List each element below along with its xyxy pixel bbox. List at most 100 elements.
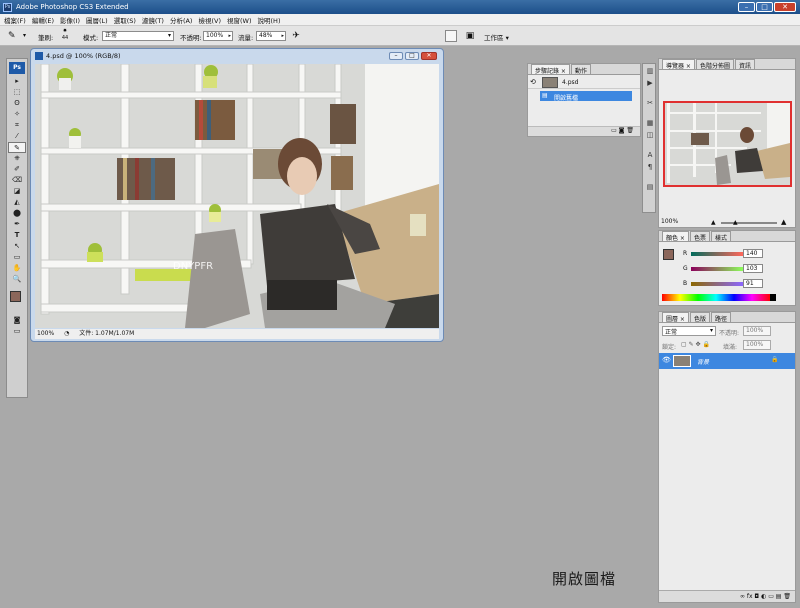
screen-mode-icon[interactable]: ▭ [8, 326, 26, 337]
type-tool-icon[interactable]: T [8, 230, 26, 241]
tab-channels[interactable]: 色版 [689, 312, 710, 323]
eye-visibility-icon[interactable]: 👁 [662, 356, 671, 364]
doc-close-button[interactable]: ✕ [421, 52, 437, 60]
red-value[interactable]: 140 [743, 249, 763, 258]
layers-footer-icons[interactable]: ∞ fx ◘ ◐ ▭ ▤ 🗑 [659, 590, 795, 602]
menu-analysis[interactable]: 分析(A) [170, 15, 193, 25]
doc-restore-button[interactable]: □ [405, 52, 419, 60]
photoshop-logo[interactable]: Ps [9, 62, 25, 74]
menu-view[interactable]: 檢視(V) [198, 15, 221, 25]
menu-select[interactable]: 選取(S) [114, 15, 136, 25]
eraser-tool-icon[interactable]: ⌫ [8, 175, 26, 186]
opacity-input[interactable]: 100% ▸ [203, 31, 233, 41]
color-panel-foreground[interactable] [663, 249, 674, 260]
slider-arrow-icon[interactable]: ▸ [281, 32, 284, 40]
clone-source-dock-icon[interactable]: ◫ [643, 130, 657, 140]
tab-histogram[interactable]: 色階分佈圖 [695, 59, 734, 70]
quick-mask-icon[interactable]: ◙ [8, 315, 26, 326]
history-snapshot-row[interactable]: ⟲ 4.psd [528, 75, 640, 89]
gradient-tool-icon[interactable]: ◪ [8, 186, 26, 197]
navigator-zoom-value[interactable]: 100% [661, 218, 678, 225]
menu-window[interactable]: 視窗(W) [227, 15, 252, 25]
history-dock-icon[interactable]: ▥ [643, 66, 657, 76]
workspace-menu-button[interactable]: 工作區 ▾ [484, 32, 509, 42]
menu-layer[interactable]: 圖層(L) [86, 15, 108, 25]
color-spectrum-bar[interactable] [662, 294, 770, 301]
blue-slider[interactable] [691, 282, 743, 286]
zoom-tool-icon[interactable]: 🔍 [8, 274, 26, 285]
history-footer-icons[interactable]: ▭ ◙ 🗑 [528, 126, 640, 136]
tab-navigator[interactable]: 導覽器 × [662, 59, 695, 70]
tab-color[interactable]: 顏色 × [662, 231, 689, 242]
zoom-slider-handle[interactable]: ▲ [733, 219, 738, 226]
brushes-palette-icon[interactable] [445, 30, 457, 42]
tab-layers[interactable]: 圖層 × [662, 312, 689, 323]
tab-styles[interactable]: 樣式 [710, 231, 731, 242]
zoom-out-icon[interactable]: ▲ [711, 219, 716, 226]
tab-actions[interactable]: 動作 [570, 64, 591, 75]
airbrush-icon[interactable]: ✈ [289, 30, 303, 42]
navigator-preview[interactable] [663, 101, 792, 187]
blue-value[interactable]: 91 [743, 279, 763, 288]
marquee-tool-icon[interactable]: ⬚ [8, 87, 26, 98]
blur-tool-icon[interactable]: ◭ [8, 197, 26, 208]
maximize-button[interactable]: □ [756, 2, 773, 12]
bridge-icon[interactable]: ▣ [463, 30, 477, 42]
move-tool-icon[interactable]: ▸ [8, 76, 26, 87]
mode-select[interactable]: 正常 ▾ [102, 31, 174, 41]
flow-input[interactable]: 48% ▸ [256, 31, 286, 41]
tab-history[interactable]: 步驟記錄 × [531, 64, 570, 75]
blend-mode-select[interactable]: 正常 ▾ [662, 326, 716, 336]
slider-arrow-icon[interactable]: ▸ [228, 32, 231, 40]
history-step-row[interactable]: ▤ 開啟舊檔 [528, 90, 640, 102]
magic-wand-tool-icon[interactable]: ✧ [8, 109, 26, 120]
document-titlebar[interactable]: 4.psd @ 100% (RGB/8) – □ ✕ [31, 49, 443, 63]
document-zoom[interactable]: 100% [37, 330, 54, 337]
hand-tool-icon[interactable]: ✋ [8, 263, 26, 274]
brush-tool-preset-icon[interactable]: ✎ [8, 30, 22, 42]
red-slider[interactable] [691, 252, 743, 256]
actions-dock-icon[interactable]: ▶ [643, 78, 657, 88]
tab-paths[interactable]: 路徑 [710, 312, 731, 323]
dodge-tool-icon[interactable]: ⬤ [8, 208, 26, 219]
tools-dock-icon[interactable]: ✂ [643, 98, 657, 108]
preset-dropdown-icon[interactable]: ▾ [23, 32, 26, 39]
history-brush-source-icon[interactable]: ⟲ [530, 78, 536, 86]
navigator-zoom-slider[interactable] [721, 222, 777, 224]
menu-file[interactable]: 檔案(F) [4, 15, 26, 25]
fill-input[interactable]: 100% [743, 340, 771, 350]
menu-filter[interactable]: 濾鏡(T) [142, 15, 164, 25]
lock-icons[interactable]: ▢ ✎ ✥ 🔒 [681, 341, 710, 348]
layer-row-background[interactable]: 👁 背景 🔒 [659, 353, 795, 369]
character-dock-icon[interactable]: A [643, 150, 657, 160]
zoom-in-icon[interactable]: ▲ [781, 218, 786, 226]
status-menu-icon[interactable]: ◔ [64, 330, 69, 337]
path-selection-tool-icon[interactable]: ↖ [8, 241, 26, 252]
brushes-dock-icon[interactable]: ▦ [643, 118, 657, 128]
canvas-photo[interactable]: DNYPFR [35, 64, 439, 328]
menu-help[interactable]: 說明(H) [258, 15, 281, 25]
menu-edit[interactable]: 編輯(E) [32, 15, 54, 25]
minimize-button[interactable]: – [738, 2, 755, 12]
crop-tool-icon[interactable]: ⌗ [8, 120, 26, 131]
green-value[interactable]: 103 [743, 264, 763, 273]
close-button[interactable]: ✕ [774, 2, 796, 12]
tab-info[interactable]: 資訊 [734, 59, 755, 70]
lasso-tool-icon[interactable]: ʘ [8, 98, 26, 109]
brush-tool-icon[interactable]: ✎ [8, 142, 26, 153]
green-slider[interactable] [691, 267, 743, 271]
brush-size-picker[interactable]: ✸ 44 [58, 28, 72, 44]
menu-image[interactable]: 影像(I) [60, 15, 80, 25]
shape-tool-icon[interactable]: ▭ [8, 252, 26, 263]
tab-swatches[interactable]: 色票 [689, 231, 710, 242]
paragraph-dock-icon[interactable]: ¶ [643, 162, 657, 172]
document-window[interactable]: 4.psd @ 100% (RGB/8) – □ ✕ DNYPFR 100% ◔… [30, 48, 444, 342]
history-brush-tool-icon[interactable]: ✐ [8, 164, 26, 175]
clone-stamp-tool-icon[interactable]: ⎈ [8, 153, 26, 164]
foreground-color-swatch[interactable] [10, 291, 21, 302]
slice-tool-icon[interactable]: ⁄ [8, 131, 26, 142]
doc-minimize-button[interactable]: – [389, 52, 403, 60]
pen-tool-icon[interactable]: ✒ [8, 219, 26, 230]
layer-comps-dock-icon[interactable]: ▤ [643, 182, 657, 192]
layer-opacity-input[interactable]: 100% [743, 326, 771, 336]
